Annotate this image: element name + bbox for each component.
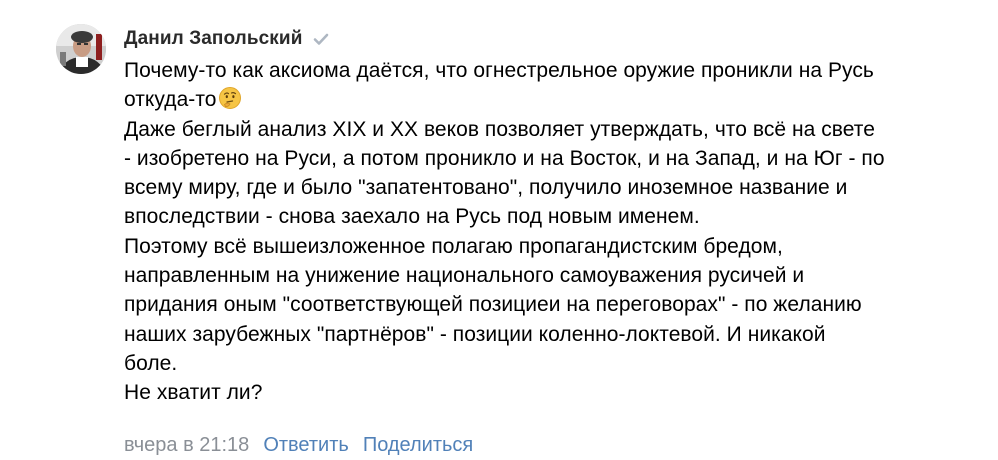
comment-line: Даже беглый анализ XIX и XX веков позвол…: [124, 117, 875, 141]
comment-text: Почему-то как аксиома даётся, что огнест…: [124, 56, 984, 408]
reply-button[interactable]: Ответить: [263, 434, 349, 457]
avatar-photo-icon: [56, 24, 106, 74]
comment-line: Не хватит ли?: [124, 381, 263, 405]
comment-line: всему миру, где и было "запатентовано", …: [124, 176, 848, 200]
author-row: Данил Запольский: [124, 27, 330, 51]
comment-line: Поэтому всё вышеизложенное полагаю пропа…: [124, 234, 783, 258]
comment-line: боле.: [124, 351, 178, 375]
comment-line-text: откуда-то: [124, 88, 217, 112]
comment-footer: вчера в 21:18 Ответить Поделиться: [124, 432, 473, 458]
comment-line: впоследствии - снова заехало на Русь под…: [124, 205, 700, 229]
avatar[interactable]: [56, 24, 106, 74]
share-button[interactable]: Поделиться: [363, 434, 473, 457]
comment-line: придания оным "соответствующей позициеи …: [124, 293, 862, 317]
checkmark-icon: [312, 30, 330, 48]
thinking-face-emoji-icon: [218, 86, 242, 110]
comment-line: направленным на унижение национального с…: [124, 264, 805, 288]
comment-line: Почему-то как аксиома даётся, что огнест…: [124, 59, 874, 82]
comment: Данил Запольский Почему-то как аксиома д…: [0, 0, 998, 460]
comment-line: - изобретено на Руси, а потом проникло и…: [124, 146, 885, 170]
timestamp[interactable]: вчера в 21:18: [124, 434, 249, 457]
comment-line: наших зарубежных "партнёров" - позиции к…: [124, 322, 826, 346]
author-name[interactable]: Данил Запольский: [124, 28, 302, 50]
comment-line-with-emoji: откуда-то: [124, 85, 984, 114]
